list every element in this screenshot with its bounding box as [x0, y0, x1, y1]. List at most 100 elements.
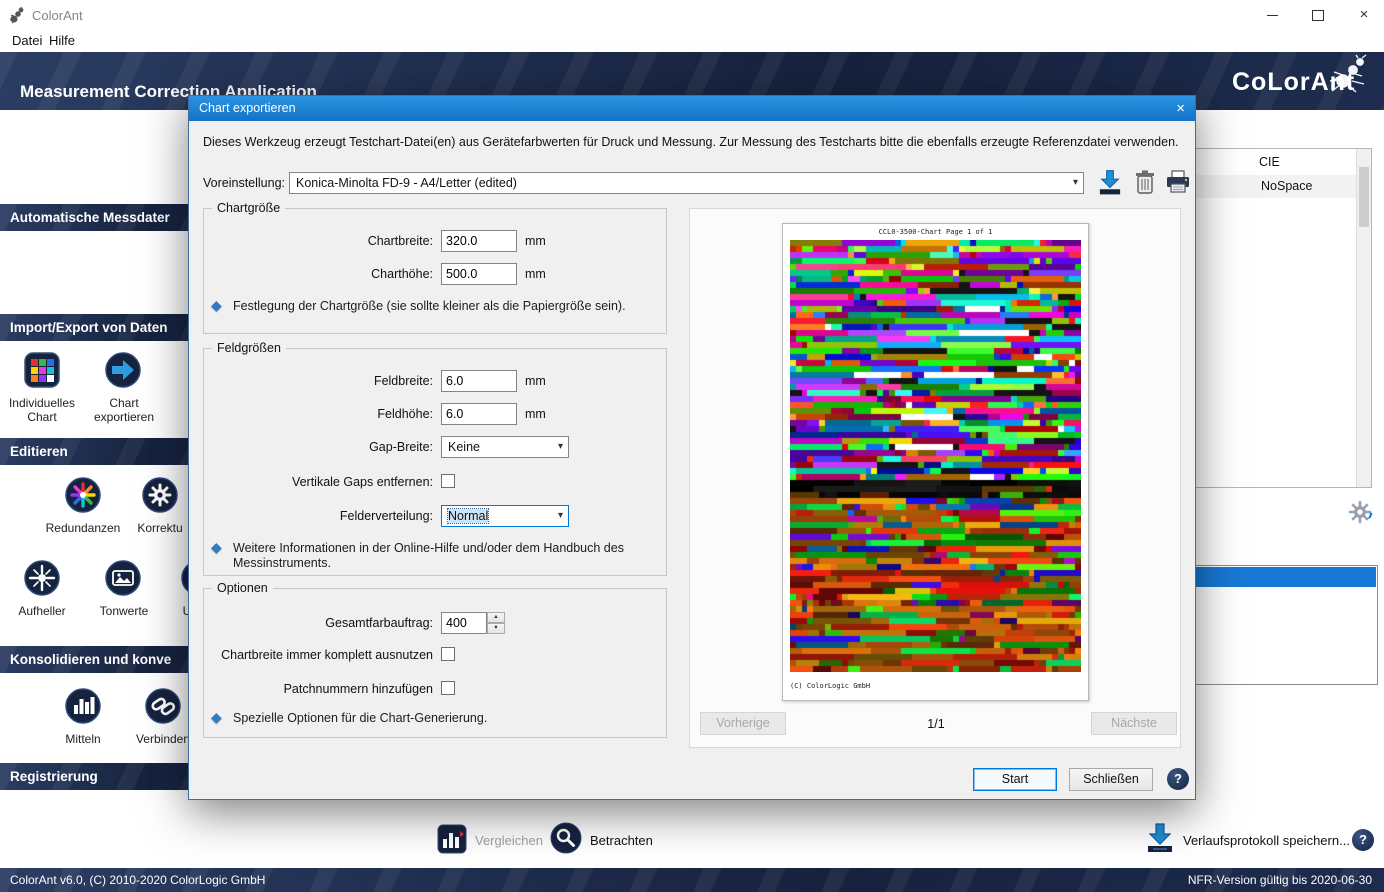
- tool-chart-exportieren-label: Chart exportieren: [84, 396, 164, 424]
- menu-hilfe[interactable]: Hilfe: [49, 33, 75, 48]
- statusbar: ColorAnt v6.0, (C) 2010-2020 ColorLogic …: [0, 868, 1384, 892]
- menubar: Datei Hilfe: [0, 30, 1384, 52]
- download-log-icon: [1145, 822, 1175, 857]
- tool-mitteln[interactable]: Mitteln: [40, 686, 126, 758]
- preview-page-header: CCL0-3500-Chart Page 1 of 1: [783, 228, 1088, 236]
- gesamtfarbauftrag-input[interactable]: [441, 612, 487, 634]
- average-histogram-icon: [65, 688, 101, 727]
- gap-breite-label: Gap-Breite:: [203, 440, 433, 454]
- feldhoehe-unit: mm: [525, 407, 546, 421]
- feldbreite-unit: mm: [525, 374, 546, 388]
- feldgroessen-info: Weitere Informationen in der Online-Hilf…: [233, 541, 633, 571]
- felderverteilung-combobox[interactable]: Normal ▾: [441, 505, 569, 527]
- charthoehe-label: Charthöhe:: [203, 267, 433, 281]
- feldbreite-label: Feldbreite:: [203, 374, 433, 388]
- preset-print-icon[interactable]: [1165, 169, 1191, 198]
- chartbreite-unit: mm: [525, 234, 546, 248]
- save-log-button[interactable]: Verlaufsprotokoll speichern...: [1145, 820, 1355, 858]
- colorant-logo-text: CoLorAnt: [1232, 68, 1355, 97]
- help-icon-main[interactable]: ?: [1352, 829, 1374, 851]
- help-icon-dialog[interactable]: ?: [1167, 768, 1189, 790]
- preset-save-icon[interactable]: [1097, 169, 1123, 199]
- minimize-icon: [1267, 15, 1278, 16]
- chartgroesse-info: Festlegung der Chartgröße (sie sollte kl…: [233, 299, 653, 314]
- feldhoehe-input[interactable]: [441, 403, 517, 425]
- sync-settings-gear-icon[interactable]: [1346, 498, 1374, 529]
- cell-nospace: NoSpace: [1261, 179, 1312, 193]
- column-header-cie[interactable]: CIE: [1259, 155, 1280, 169]
- group-feldgroessen-title: Feldgrößen: [212, 341, 286, 355]
- tool-redundanzen-label: Redundanzen: [40, 521, 126, 535]
- tool-mitteln-label: Mitteln: [40, 732, 126, 746]
- preset-value: Konica-Minolta FD-9 - A4/Letter (edited): [296, 176, 517, 190]
- compare-icon: [437, 824, 467, 857]
- statusbar-left: ColorAnt v6.0, (C) 2010-2020 ColorLogic …: [10, 873, 265, 887]
- tool-redundanzen[interactable]: Redundanzen: [40, 475, 126, 547]
- tool-individuelles-chart[interactable]: Individuelles Chart: [0, 350, 84, 426]
- app-icon: [8, 6, 26, 27]
- scrollbar-thumb[interactable]: [1359, 167, 1369, 227]
- start-button[interactable]: Start: [973, 768, 1057, 791]
- gap-chevron-icon: ▾: [558, 437, 563, 457]
- gap-breite-combobox[interactable]: Keine ▾: [441, 436, 569, 458]
- vertikale-gaps-label: Vertikale Gaps entfernen:: [203, 475, 433, 489]
- tool-aufheller-label: Aufheller: [0, 604, 84, 618]
- view-button[interactable]: Betrachten: [550, 821, 655, 857]
- window-title: ColorAnt: [32, 8, 83, 23]
- compare-label: Vergleichen: [475, 833, 543, 848]
- close-button[interactable]: ×: [1342, 0, 1384, 30]
- felderverteilung-chevron-icon: ▾: [558, 506, 563, 526]
- dialog-title: Chart exportieren: [199, 101, 296, 115]
- brightener-icon: [24, 560, 60, 599]
- sidebar-section-registration-label: Registrierung: [10, 769, 98, 784]
- minimize-button[interactable]: [1250, 0, 1294, 30]
- chart-export-dialog: Chart exportieren × Dieses Werkzeug erze…: [188, 95, 1196, 800]
- table-scrollbar[interactable]: [1356, 149, 1371, 487]
- close-dialog-button[interactable]: Schließen: [1069, 768, 1153, 791]
- tool-tonwerte[interactable]: Tonwerte: [84, 558, 164, 630]
- chartbreite-input[interactable]: [441, 230, 517, 252]
- dialog-titlebar[interactable]: Chart exportieren ×: [189, 96, 1195, 121]
- dialog-description: Dieses Werkzeug erzeugt Testchart-Datei(…: [203, 134, 1183, 150]
- info-diamond-icon-3: ◆: [211, 709, 222, 726]
- full-width-checkbox[interactable]: [441, 647, 455, 661]
- sidebar-section-edit-label: Editieren: [10, 444, 68, 459]
- gap-breite-value: Keine: [448, 440, 480, 454]
- charthoehe-input[interactable]: [441, 263, 517, 285]
- next-page-button[interactable]: Nächste: [1091, 712, 1177, 735]
- info-diamond-icon-1: ◆: [211, 297, 222, 314]
- menu-datei[interactable]: Datei: [12, 33, 42, 48]
- compare-button[interactable]: Vergleichen: [437, 822, 547, 858]
- tool-tonwerte-label: Tonwerte: [84, 604, 164, 618]
- tool-aufheller[interactable]: Aufheller: [0, 558, 84, 630]
- patch-numbers-checkbox[interactable]: [441, 681, 455, 695]
- chart-preview-canvas: [790, 240, 1081, 672]
- preset-delete-trash-icon[interactable]: [1133, 169, 1157, 199]
- tac-spin-up-button[interactable]: ▲: [487, 612, 505, 623]
- vertikale-gaps-checkbox[interactable]: [441, 474, 455, 488]
- preview-panel: CCL0-3500-Chart Page 1 of 1 (C) ColorLog…: [689, 208, 1181, 748]
- felderverteilung-label: Felderverteilung:: [203, 509, 433, 523]
- info-diamond-icon-2: ◆: [211, 539, 222, 556]
- redundancies-icon: [65, 477, 101, 516]
- preset-combobox[interactable]: Konica-Minolta FD-9 - A4/Letter (edited)…: [289, 172, 1084, 194]
- felderverteilung-value: Normal: [448, 509, 488, 523]
- tool-individuelles-chart-label: Individuelles Chart: [0, 396, 84, 424]
- tool-chart-exportieren[interactable]: Chart exportieren: [84, 350, 164, 426]
- tac-spin-down-button[interactable]: ▼: [487, 623, 505, 634]
- combine-link-icon: [145, 688, 181, 727]
- full-width-label: Chartbreite immer komplett ausnutzen: [203, 648, 433, 662]
- charthoehe-unit: mm: [525, 267, 546, 281]
- preset-chevron-icon: ▾: [1073, 173, 1078, 193]
- feldbreite-input[interactable]: [441, 370, 517, 392]
- dialog-close-icon[interactable]: ×: [1176, 96, 1185, 121]
- statusbar-right: NFR-Version gültig bis 2020-06-30: [1188, 873, 1372, 887]
- chart-export-icon: [105, 352, 141, 391]
- feldhoehe-label: Feldhöhe:: [203, 407, 433, 421]
- maximize-button[interactable]: [1296, 0, 1340, 30]
- sidebar-section-auto-label: Automatische Messdater: [10, 210, 170, 225]
- optionen-info: Spezielle Optionen für die Chart-Generie…: [233, 711, 653, 726]
- chartbreite-label: Chartbreite:: [203, 234, 433, 248]
- maximize-icon: [1312, 10, 1324, 21]
- preview-page-footer: (C) ColorLogic GmbH: [790, 682, 870, 690]
